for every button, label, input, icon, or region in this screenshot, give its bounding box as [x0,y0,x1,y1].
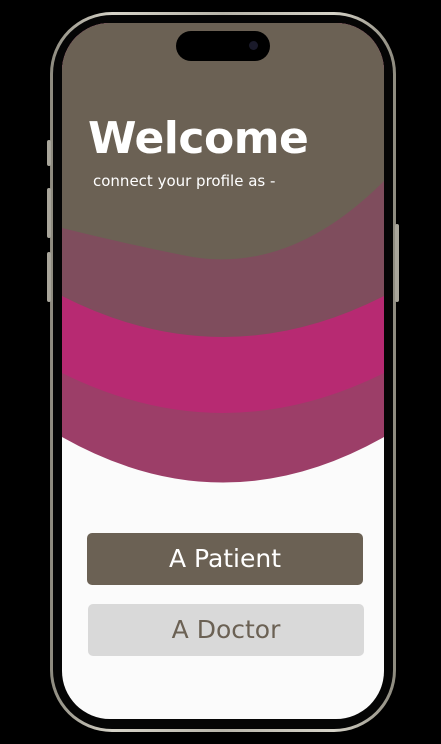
volume-up-button [47,188,51,238]
camera-icon [249,41,258,50]
doctor-button[interactable]: A Doctor [88,604,364,656]
app-screen: Welcome connect your profile as - A Pati… [62,23,384,719]
dynamic-island [176,31,270,61]
patient-button[interactable]: A Patient [87,533,363,585]
power-button [395,224,399,302]
stage: Welcome connect your profile as - A Pati… [0,0,441,744]
volume-down-button [47,252,51,302]
mute-switch [47,140,51,166]
welcome-subtitle: connect your profile as - [93,172,276,190]
welcome-title: Welcome [88,113,309,164]
screen-bottom-curve [62,437,384,503]
bottom-curve-fill [62,437,384,503]
